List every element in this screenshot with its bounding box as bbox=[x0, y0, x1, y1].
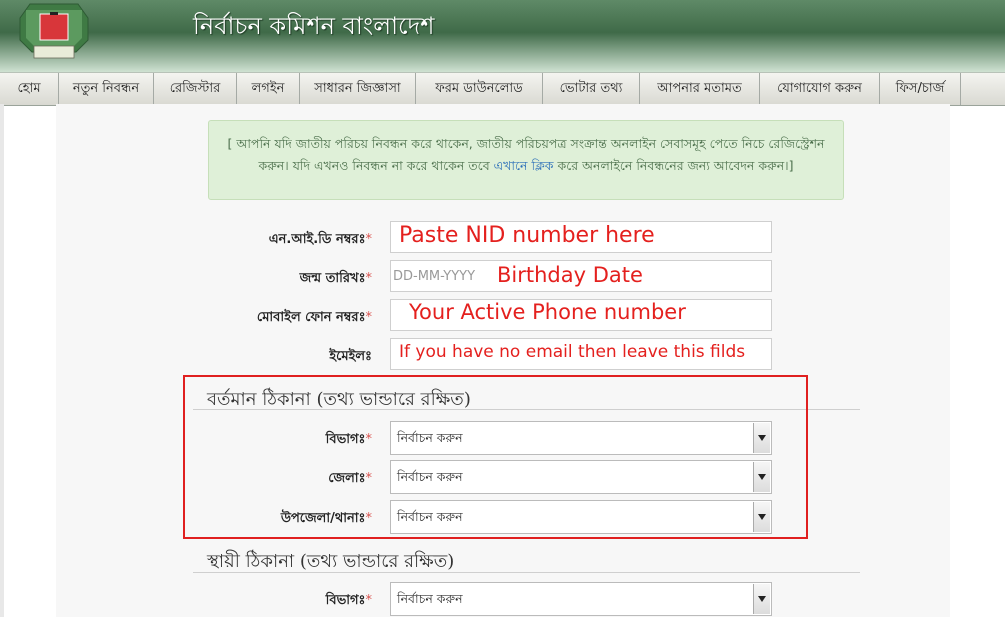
main-nav: হোম নতুন নিবন্ধন রেজিস্টার লগইন সাধারন জ… bbox=[0, 72, 1005, 106]
email-annotation: If you have no email then leave this fil… bbox=[399, 342, 746, 362]
address-highlight-box bbox=[183, 375, 808, 539]
site-title: নির্বাচন কমিশন বাংলাদেশ bbox=[193, 12, 435, 40]
nav-new-registration[interactable]: নতুন নিবন্ধন bbox=[59, 73, 154, 105]
permanent-address-title: স্থায়ী ঠিকানা (তথ্য ভান্ডারে রক্ষিত) bbox=[207, 551, 455, 572]
dob-required-mark: * bbox=[365, 271, 373, 286]
notice-text-part2: করে অনলাইনে নিবন্ধনের জন্য আবেদন করুন।] bbox=[553, 158, 794, 173]
election-commission-logo bbox=[19, 3, 89, 59]
registration-notice: [ আপনি যদি জাতীয় পরিচয় নিবন্ধন করে থাক… bbox=[208, 120, 844, 200]
nid-annotation: Paste NID number here bbox=[399, 223, 655, 248]
permanent-division-select[interactable]: নির্বাচন করুন bbox=[390, 582, 772, 616]
nav-voter-info[interactable]: ভোটার তথ্য bbox=[543, 73, 640, 105]
site-header: নির্বাচন কমিশন বাংলাদেশ bbox=[0, 0, 1005, 72]
nav-form-download[interactable]: ফরম ডাউনলোড bbox=[416, 73, 543, 105]
permanent-division-label: বিভাগঃ* bbox=[202, 591, 372, 612]
nav-faq[interactable]: সাধারন জিজ্ঞাসা bbox=[300, 73, 416, 105]
nav-home[interactable]: হোম bbox=[0, 73, 59, 105]
dob-label-text: জন্ম তারিখঃ bbox=[299, 271, 366, 286]
nav-register[interactable]: রেজিস্টার bbox=[154, 73, 237, 105]
notice-click-here-link[interactable]: এখানে ক্লিক bbox=[494, 158, 554, 173]
mobile-required-mark: * bbox=[365, 310, 373, 325]
email-label: ইমেইলঃ bbox=[329, 349, 372, 364]
nav-login[interactable]: লগইন bbox=[237, 73, 300, 105]
dob-label: জন্ম তারিখঃ* bbox=[202, 269, 372, 290]
nav-your-opinion[interactable]: আপনার মতামত bbox=[640, 73, 760, 105]
permanent-address-divider bbox=[193, 572, 860, 573]
chevron-down-icon[interactable] bbox=[753, 584, 770, 614]
dob-placeholder: DD-MM-YYYY bbox=[393, 269, 476, 284]
nav-fees[interactable]: ফিস/চার্জ bbox=[880, 73, 961, 105]
phone-annotation: Your Active Phone number bbox=[409, 300, 686, 324]
nav-contact[interactable]: যোগাযোগ করুন bbox=[760, 73, 880, 105]
nid-label: এন.আই.ডি নম্বরঃ* bbox=[202, 230, 372, 251]
nid-required-mark: * bbox=[365, 232, 373, 247]
mobile-label-text: মোবাইল ফোন নম্বরঃ bbox=[256, 310, 366, 325]
permanent-division-select-value: নির্বাচন করুন bbox=[397, 591, 463, 606]
nid-label-text: এন.আই.ডি নম্বরঃ bbox=[268, 232, 366, 247]
permanent-division-label-text: বিভাগঃ bbox=[325, 593, 366, 608]
mobile-label: মোবাইল ফোন নম্বরঃ* bbox=[202, 308, 372, 329]
left-page-edge bbox=[0, 104, 4, 617]
dob-annotation: Birthday Date bbox=[497, 263, 643, 287]
permanent-division-required-mark: * bbox=[365, 593, 373, 608]
